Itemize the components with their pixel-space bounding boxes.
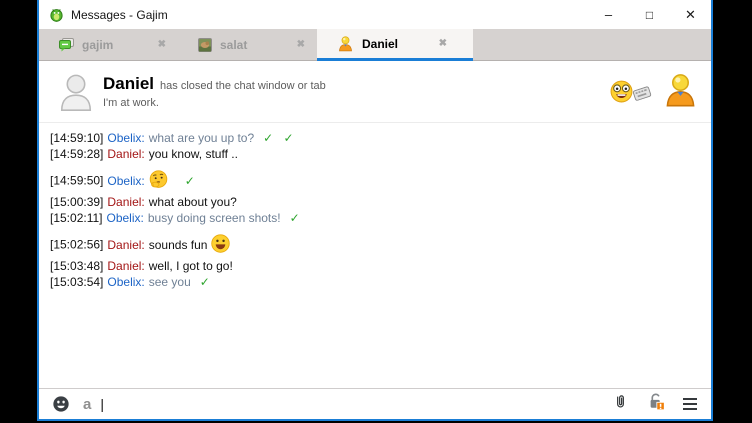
tab-label: gajim: [82, 38, 113, 52]
message-text: see you: [149, 275, 191, 289]
tab-label: Daniel: [362, 37, 398, 51]
thinking-face-emoji: [148, 179, 169, 193]
person-orange-icon: [337, 35, 354, 52]
message-row: [14:59:10] Obelix: what are you up to? ✓ ✓: [50, 130, 711, 146]
message-text: well, I got to go!: [149, 259, 233, 273]
message-timestamp: [15:02:11]: [50, 211, 103, 225]
excited-smiley-icon: [609, 79, 634, 104]
message-row: [15:02:11] Obelix: busy doing screen shots…: [50, 210, 711, 226]
maximize-button[interactable]: □: [629, 0, 670, 29]
chat-bubble-icon: [59, 38, 74, 52]
read-receipt-checks: ✓: [200, 275, 210, 289]
minimize-button[interactable]: –: [588, 0, 629, 29]
message-text: what about you?: [149, 195, 237, 209]
tab-close-icon[interactable]: ✖: [297, 39, 305, 50]
encryption-off-icon[interactable]: [646, 392, 666, 416]
tab-close-icon[interactable]: ✖: [158, 39, 166, 50]
message-row: [15:03:54] Obelix: see you ✓: [50, 274, 711, 290]
message-text: you know, stuff ..: [149, 147, 238, 161]
photo-avatar-icon: [198, 38, 212, 52]
read-receipt-checks: ✓ ✓: [263, 131, 293, 145]
message-sender: Daniel:: [107, 195, 144, 209]
message-row: [15:00:39] Daniel: what about you?: [50, 194, 711, 210]
message-timestamp: [14:59:28]: [50, 147, 103, 161]
message-text: busy doing screen shots!: [148, 211, 281, 225]
close-button[interactable]: ✕: [670, 0, 711, 29]
format-text-button[interactable]: a: [83, 397, 91, 412]
message-input-bar: a |: [39, 388, 711, 419]
window-title: Messages - Gajim: [71, 8, 168, 22]
message-timestamp: [15:03:54]: [50, 275, 103, 289]
message-sender: Obelix:: [107, 131, 144, 145]
message-row: [14:59:28] Daniel: you know, stuff ..: [50, 146, 711, 162]
tab-gajim[interactable]: gajim ✖: [39, 29, 178, 60]
message-sender: Obelix:: [107, 211, 144, 225]
message-timestamp: [15:02:56]: [50, 238, 103, 252]
keyboard-icon: [632, 84, 654, 106]
attach-file-icon[interactable]: [612, 392, 629, 417]
contact-name: Daniel: [103, 74, 154, 94]
message-timestamp: [15:00:39]: [50, 195, 103, 209]
message-text: sounds fun: [149, 238, 208, 252]
message-row: [15:03:48] Daniel: well, I got to go!: [50, 258, 711, 274]
message-sender: Daniel:: [107, 238, 144, 252]
message-timestamp: [15:03:48]: [50, 259, 103, 273]
gajim-messages-window: Messages - Gajim – □ ✕ gajim ✖: [37, 0, 713, 421]
contact-event-text: has closed the chat window or tab: [160, 80, 326, 92]
chat-tab-bar: gajim ✖ salat ✖: [39, 29, 711, 61]
chat-header: Daniel has closed the chat window or tab…: [39, 61, 711, 123]
message-timestamp: [14:59:50]: [50, 174, 103, 188]
tab-daniel[interactable]: Daniel ✖: [317, 29, 473, 61]
message-timestamp: [14:59:10]: [50, 131, 103, 145]
message-sender: Daniel:: [107, 147, 144, 161]
chatstate-indicator: [609, 79, 634, 104]
text-caret: |: [100, 396, 104, 412]
read-receipt-checks: ✓: [290, 211, 300, 225]
message-input[interactable]: |: [100, 389, 612, 419]
read-receipt-checks: ✓: [185, 174, 195, 188]
tab-close-icon[interactable]: ✖: [439, 38, 447, 49]
emoji-picker-icon[interactable]: [52, 395, 70, 413]
smiling-face-emoji: [210, 243, 231, 257]
title-bar[interactable]: Messages - Gajim – □ ✕: [39, 0, 711, 29]
contact-status-message: I'm at work.: [103, 97, 326, 109]
tab-salat[interactable]: salat ✖: [178, 29, 317, 60]
tab-label: salat: [220, 38, 247, 52]
message-text: what are you up to?: [149, 131, 254, 145]
default-avatar-icon: [57, 71, 95, 113]
message-row: [14:59:50] Obelix: ✓: [50, 169, 711, 194]
menu-icon[interactable]: [683, 398, 697, 411]
message-sender: Obelix:: [107, 174, 144, 188]
message-sender: Obelix:: [107, 275, 144, 289]
message-sender: Daniel:: [107, 259, 144, 273]
gajim-logo-icon: [49, 7, 64, 22]
screen: Messages - Gajim – □ ✕ gajim ✖: [0, 0, 752, 423]
contact-avatar: [662, 71, 699, 113]
message-row: [15:02:56] Daniel: sounds fun: [50, 233, 711, 258]
conversation-log: [14:59:10] Obelix: what are you up to? ✓ ✓ …: [39, 123, 711, 388]
